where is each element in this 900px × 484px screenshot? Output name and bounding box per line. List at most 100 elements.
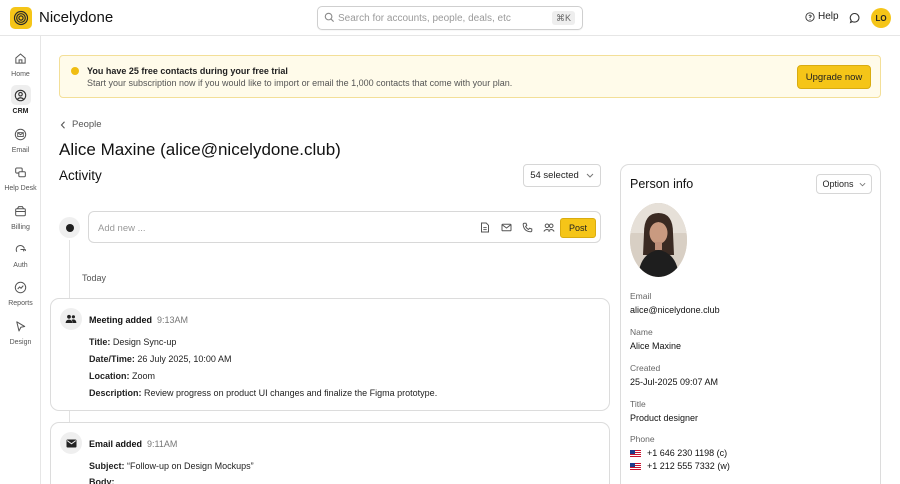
home-icon (15, 52, 26, 64)
field-label-email: Email (630, 291, 652, 301)
sidebar-item-label: CRM (12, 108, 29, 115)
options-label: Options (822, 179, 854, 189)
activity-composer: Post (88, 211, 601, 243)
chevron-down-icon (859, 182, 865, 186)
activity-filter-dropdown[interactable]: 54 selected (523, 164, 601, 187)
crm-icon (14, 89, 27, 101)
search-shortcut-badge: ⌘K (551, 11, 575, 25)
help-button[interactable]: Help (805, 11, 839, 22)
upgrade-button[interactable]: Upgrade now (797, 65, 871, 89)
breadcrumb[interactable]: People (60, 119, 102, 130)
reports-icon (14, 281, 27, 293)
row-key: Title: (89, 337, 111, 347)
activity-card-row: Date/Time: 26 July 2025, 10:00 AM (89, 354, 231, 364)
info-dot-icon (71, 67, 79, 75)
sidebar-item-label: Auth (13, 262, 28, 269)
options-dropdown[interactable]: Options (816, 174, 872, 194)
sidebar-item-label: Home (11, 71, 30, 78)
activity-card-time: 9:11AM (147, 439, 178, 449)
brand-name: Nicelydone (39, 9, 114, 26)
field-label-phone: Phone (630, 434, 655, 444)
row-value: Zoom (132, 371, 156, 381)
phone-row[interactable]: +1 646 230 1198 (c) (630, 448, 727, 458)
activity-card-title: Email added 9:11AM (89, 439, 177, 449)
field-label-name: Name (630, 327, 653, 337)
post-button[interactable]: Post (560, 218, 596, 238)
sidebar-item-label: Billing (11, 224, 30, 231)
field-value-name: Alice Maxine (630, 341, 682, 351)
sidebar-item-reports[interactable]: Reports (0, 277, 41, 313)
sidebar-item-label: Design (9, 339, 32, 346)
row-key: Date/Time: (89, 354, 135, 364)
billing-icon (15, 205, 26, 216)
us-flag-icon (630, 462, 641, 470)
timeline-group-label: Today (82, 273, 107, 283)
timeline-dot (59, 217, 80, 238)
activity-card-row: Location: Zoom (89, 371, 155, 381)
banner-text: Start your subscription now if you would… (87, 78, 513, 88)
activity-card-time: 9:13AM (157, 315, 189, 325)
help-label: Help (818, 11, 839, 22)
sidebar-item-email[interactable]: Email (0, 124, 41, 160)
add-activity-input[interactable] (98, 220, 358, 236)
field-value-title: Product designer (630, 413, 699, 423)
top-bar: Nicelydone ⌘K Help LO (0, 0, 900, 36)
person-photo (630, 203, 687, 277)
row-key: Description: (89, 388, 142, 398)
activity-title: Activity (59, 168, 102, 183)
search-input[interactable] (338, 10, 548, 26)
chevron-left-icon (60, 120, 65, 129)
activity-card-row: Subject: “Follow-up on Design Mockups” (89, 461, 254, 471)
activity-card-title-text: Email added (89, 439, 143, 449)
sidebar-item-label: Email (11, 147, 30, 154)
field-label-created: Created (630, 363, 661, 373)
sidebar-item-home[interactable]: Home (0, 48, 41, 84)
design-icon (16, 320, 26, 331)
row-key: Body: (89, 477, 115, 484)
activity-card-row: Body: (89, 477, 115, 484)
row-value: “Follow-up on Design Mockups” (127, 461, 254, 471)
chat-button[interactable] (849, 12, 861, 27)
activity-filter-label: 54 selected (530, 170, 579, 181)
activity-card-meeting[interactable]: Meeting added 9:13AM Title: Design Sync-u… (50, 298, 610, 411)
global-search[interactable]: ⌘K (317, 6, 583, 30)
sidebar-item-design[interactable]: Design (0, 316, 41, 352)
help-desk-icon (15, 167, 26, 177)
sidebar-item-crm[interactable]: CRM (0, 85, 41, 121)
activity-card-email[interactable]: Email added 9:11AM Subject: “Follow-up on… (50, 422, 610, 484)
person-info-title: Person info (630, 177, 694, 191)
sidebar-item-help-desk[interactable]: Help Desk (0, 162, 41, 198)
row-value: Design Sync-up (112, 337, 177, 347)
phone-row[interactable]: +1 212 555 7332 (w) (630, 461, 730, 471)
row-value: Review progress on product UI changes an… (144, 388, 438, 398)
note-icon[interactable] (480, 222, 490, 233)
activity-card-row: Title: Design Sync-up (89, 337, 176, 347)
page-title: Alice Maxine (alice@nicelydone.club) (59, 140, 341, 159)
phone-icon[interactable] (522, 222, 533, 233)
field-value-created: 25-Jul-2025 09:07 AM (630, 377, 719, 387)
breadcrumb-people[interactable]: People (72, 119, 102, 130)
auth-icon (15, 244, 26, 252)
phone-number: +1 646 230 1198 (c) (647, 448, 728, 458)
activity-card-title-text: Meeting added (89, 315, 153, 325)
chevron-down-icon (586, 173, 594, 178)
person-info-panel: Person info Options Email alice@nicelydo… (620, 164, 881, 484)
row-key: Subject: (89, 461, 125, 471)
user-avatar[interactable]: LO (871, 8, 891, 28)
sidebar-item-auth[interactable]: Auth (0, 239, 41, 275)
field-value-email[interactable]: alice@nicelydone.club (630, 305, 720, 315)
brand-logo[interactable] (10, 7, 32, 29)
email-icon (14, 128, 27, 140)
banner-title: You have 25 free contacts during your fr… (87, 66, 288, 76)
row-key: Location: (89, 371, 130, 381)
sidebar-item-label: Reports (8, 300, 33, 307)
mail-icon[interactable] (501, 222, 512, 233)
sidebar: Home CRM Email Help Desk Billing Auth Re… (0, 36, 41, 484)
phone-number: +1 212 555 7332 (w) (647, 461, 730, 471)
row-value: 26 July 2025, 10:00 AM (137, 354, 232, 364)
search-icon (324, 12, 335, 23)
sidebar-item-billing[interactable]: Billing (0, 201, 41, 237)
activity-card-row: Description: Review progress on product … (89, 388, 437, 398)
meeting-icon[interactable] (543, 222, 555, 233)
activity-card-title: Meeting added 9:13AM (89, 315, 188, 325)
